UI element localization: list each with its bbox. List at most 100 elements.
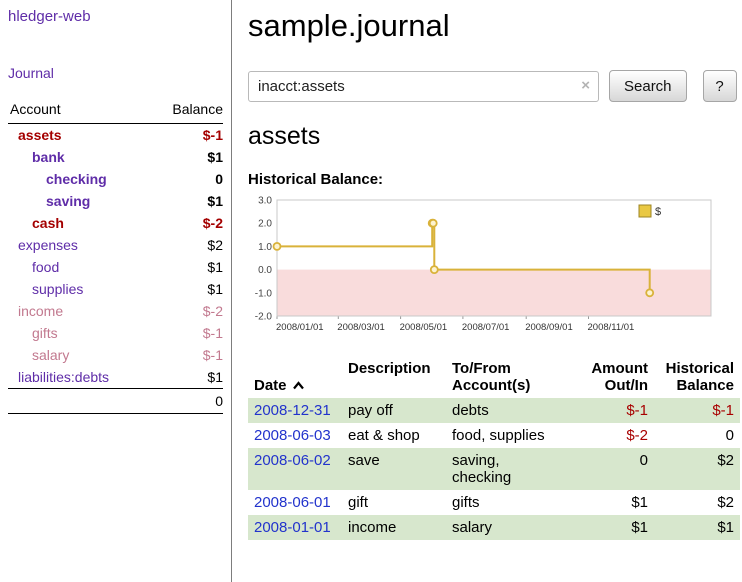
register-description: eat & shop — [342, 423, 446, 448]
column-header-description: Description — [342, 356, 446, 398]
register-row: 2008-06-01 gift gifts $1 $2 — [248, 490, 740, 515]
app-title-link[interactable]: hledger-web — [8, 8, 223, 25]
page-title: sample.journal — [248, 8, 740, 44]
register-date-link[interactable]: 2008-06-03 — [254, 427, 331, 444]
accounts-header-balance: Balance — [151, 97, 223, 124]
account-link-liabilities-debts[interactable]: liabilities:debts — [18, 369, 109, 385]
account-balance: $-1 — [151, 124, 223, 147]
column-header-date[interactable]: Date — [248, 356, 342, 398]
svg-text:2008/01/01: 2008/01/01 — [276, 322, 324, 333]
register-row: 2008-06-02 save saving, checking 0 $2 — [248, 448, 740, 490]
svg-text:2008/11/01: 2008/11/01 — [588, 322, 635, 333]
register-description: income — [342, 515, 446, 540]
account-row: liabilities:debts $1 — [8, 366, 223, 389]
column-header-balance: Historical Balance — [654, 356, 740, 398]
register-description: save — [342, 448, 446, 490]
account-balance: $1 — [151, 278, 223, 300]
svg-text:3.0: 3.0 — [258, 196, 272, 207]
register-amount: $-2 — [578, 423, 654, 448]
account-row: bank $1 — [8, 146, 223, 168]
register-row: 2008-06-03 eat & shop food, supplies $-2… — [248, 423, 740, 448]
account-link-bank[interactable]: bank — [32, 149, 65, 165]
main-panel: sample.journal × Search ? assets Histori… — [232, 0, 742, 582]
svg-text:-1.0: -1.0 — [255, 288, 273, 299]
register-description: gift — [342, 490, 446, 515]
account-link-supplies[interactable]: supplies — [32, 281, 83, 297]
accounts-total-row: 0 — [8, 389, 223, 414]
register-date-link[interactable]: 2008-01-01 — [254, 519, 331, 536]
help-button[interactable]: ? — [703, 70, 737, 102]
historical-balance-chart: 3.0 2.0 1.0 0.0 -1.0 -2.02008/01/01 2008/03/01… — [248, 194, 714, 342]
svg-text:0.0: 0.0 — [258, 265, 272, 276]
account-row: cash $-2 — [8, 212, 223, 234]
account-link-food[interactable]: food — [32, 259, 59, 275]
account-link-cash[interactable]: cash — [32, 215, 64, 231]
register-accounts: saving, checking — [446, 448, 578, 490]
accounts-total: 0 — [151, 389, 223, 414]
svg-text:2.0: 2.0 — [258, 219, 272, 230]
account-heading: assets — [248, 122, 740, 151]
register-amount: $1 — [578, 515, 654, 540]
register-header-row: Date Description To/From Account(s) Amou… — [248, 356, 740, 398]
clear-search-icon[interactable]: × — [581, 78, 590, 93]
svg-text:2008/09/01: 2008/09/01 — [525, 322, 573, 333]
account-link-salary[interactable]: salary — [32, 347, 69, 363]
account-link-income[interactable]: income — [18, 303, 63, 319]
account-row: assets $-1 — [8, 124, 223, 147]
svg-text:1.0: 1.0 — [258, 242, 272, 253]
register-accounts: salary — [446, 515, 578, 540]
sort-ascending-icon — [292, 377, 305, 394]
chart-title: Historical Balance: — [248, 171, 740, 188]
column-header-date-label: Date — [254, 377, 287, 394]
account-balance: $1 — [151, 366, 223, 389]
svg-text:2008/03/01: 2008/03/01 — [337, 322, 385, 333]
register-accounts: gifts — [446, 490, 578, 515]
search-input[interactable] — [248, 71, 599, 102]
register-date-link[interactable]: 2008-06-02 — [254, 452, 331, 469]
account-row: supplies $1 — [8, 278, 223, 300]
register-balance: $2 — [654, 448, 740, 490]
account-balance: $-1 — [151, 322, 223, 344]
register-row: 2008-12-31 pay off debts $-1 $-1 — [248, 398, 740, 423]
column-header-accounts: To/From Account(s) — [446, 356, 578, 398]
svg-text:2008/05/01: 2008/05/01 — [400, 322, 448, 333]
account-row: saving $1 — [8, 190, 223, 212]
register-balance: $1 — [654, 515, 740, 540]
register-balance: $-1 — [654, 398, 740, 423]
accounts-table: Account Balance assets $-1 bank $1 check… — [8, 97, 223, 414]
account-balance: $2 — [151, 234, 223, 256]
register-balance: $2 — [654, 490, 740, 515]
account-row: salary $-1 — [8, 344, 223, 366]
search-button[interactable]: Search — [609, 70, 687, 102]
account-row: expenses $2 — [8, 234, 223, 256]
account-row: checking 0 — [8, 168, 223, 190]
column-header-amount: Amount Out/In — [578, 356, 654, 398]
account-link-checking[interactable]: checking — [46, 171, 107, 187]
register-date-link[interactable]: 2008-12-31 — [254, 402, 331, 419]
account-link-gifts[interactable]: gifts — [32, 325, 58, 341]
register-row: 2008-01-01 income salary $1 $1 — [248, 515, 740, 540]
account-balance: $-2 — [151, 212, 223, 234]
register-amount: $-1 — [578, 398, 654, 423]
search-form: × Search ? — [248, 70, 740, 102]
sidebar: hledger-web Journal Account Balance asse… — [0, 0, 232, 582]
account-row: gifts $-1 — [8, 322, 223, 344]
account-balance: $-2 — [151, 300, 223, 322]
account-row: food $1 — [8, 256, 223, 278]
account-row: income $-2 — [8, 300, 223, 322]
register-description: pay off — [342, 398, 446, 423]
register-amount: $1 — [578, 490, 654, 515]
register-accounts: debts — [446, 398, 578, 423]
register-amount: 0 — [578, 448, 654, 490]
account-balance: $1 — [151, 146, 223, 168]
account-link-saving[interactable]: saving — [46, 193, 90, 209]
sidebar-item-journal[interactable]: Journal — [8, 65, 223, 81]
register-date-link[interactable]: 2008-06-01 — [254, 494, 331, 511]
svg-text:-2.0: -2.0 — [255, 312, 273, 323]
account-balance: $1 — [151, 256, 223, 278]
register-balance: 0 — [654, 423, 740, 448]
accounts-header-row: Account Balance — [8, 97, 223, 124]
svg-text:2008/07/01: 2008/07/01 — [462, 322, 510, 333]
account-link-assets[interactable]: assets — [18, 127, 62, 143]
account-link-expenses[interactable]: expenses — [18, 237, 78, 253]
